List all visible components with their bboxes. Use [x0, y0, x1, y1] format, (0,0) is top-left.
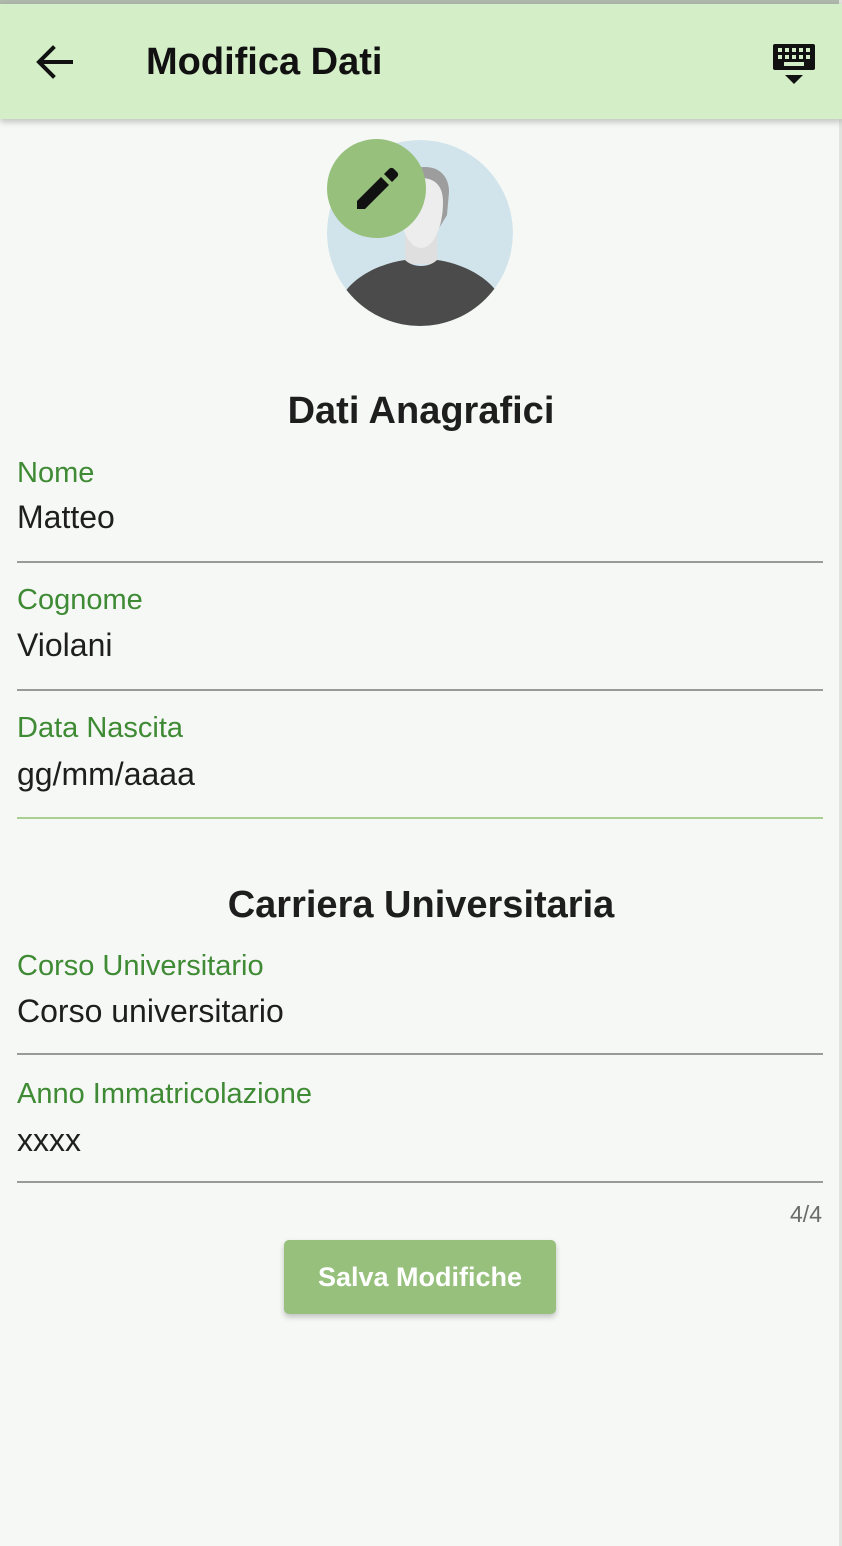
- name-input[interactable]: Matteo: [17, 497, 817, 537]
- arrow-left-icon: [36, 45, 73, 79]
- name-field[interactable]: Nome Matteo: [17, 435, 823, 563]
- keyboard-hide-icon: [773, 44, 815, 84]
- birthdate-input[interactable]: gg/mm/aaaa: [17, 754, 817, 794]
- enrollment-year-field[interactable]: Anno Immatricolazione xxxx: [17, 1055, 823, 1183]
- field-label: Data Nascita: [17, 712, 184, 744]
- surname-input[interactable]: Violani: [17, 625, 817, 665]
- app-bar: Modifica Dati: [0, 4, 842, 119]
- birthdate-field[interactable]: Data Nascita gg/mm/aaaa: [17, 691, 823, 819]
- field-label: Cognome: [17, 584, 143, 616]
- back-button[interactable]: [24, 34, 84, 90]
- save-button[interactable]: Salva Modifiche: [284, 1240, 556, 1314]
- course-field[interactable]: Corso Universitario Corso universitario: [17, 927, 823, 1055]
- course-input[interactable]: Corso universitario: [17, 991, 817, 1031]
- surname-field[interactable]: Cognome Violani: [17, 563, 823, 691]
- field-label: Corso Universitario: [17, 950, 264, 982]
- section-title-personal: Dati Anagrafici: [287, 390, 555, 432]
- page-title: Modifica Dati: [146, 41, 383, 83]
- character-counter: 4/4: [790, 1201, 822, 1227]
- hide-keyboard-button[interactable]: [766, 36, 822, 92]
- field-label: Nome: [17, 457, 95, 489]
- edit-avatar-button[interactable]: [327, 139, 426, 238]
- field-underline: [17, 817, 823, 819]
- field-label: Anno Immatricolazione: [17, 1078, 312, 1110]
- pencil-icon: [356, 167, 398, 209]
- field-underline: [17, 1181, 823, 1183]
- section-title-career: Carriera Universitaria: [227, 884, 615, 926]
- enrollment-year-input[interactable]: xxxx: [17, 1120, 817, 1160]
